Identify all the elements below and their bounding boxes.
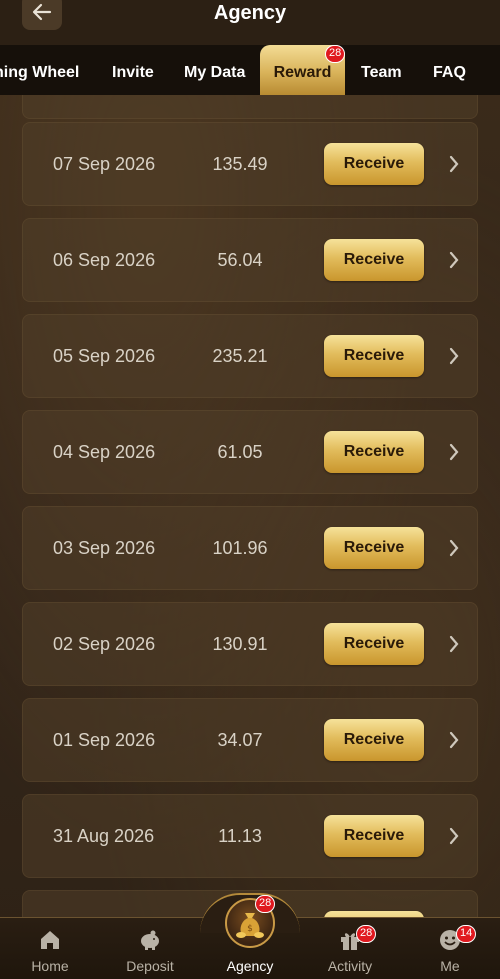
nav-activity[interactable]: Activity: [300, 918, 400, 979]
reward-date: 31 Aug 2026: [53, 826, 155, 846]
chevron-right-icon[interactable]: [447, 730, 461, 750]
list-item[interactable]: 02 Sep 2026 130.91 Receive: [22, 602, 478, 686]
me-badge: 14: [456, 925, 477, 943]
reward-date: 07 Sep 2026: [53, 154, 156, 174]
chevron-right-icon[interactable]: [447, 250, 461, 270]
reward-amount: 135.49: [212, 154, 268, 174]
tab-spinning-wheel[interactable]: ning Wheel: [0, 45, 79, 95]
receive-button[interactable]: Receive: [324, 623, 424, 665]
chevron-right-icon[interactable]: [447, 154, 461, 174]
chevron-right-icon[interactable]: [447, 826, 461, 846]
reward-date: 05 Sep 2026: [53, 346, 156, 366]
tab-bar: ning Wheel Invite My Data Reward Team FA…: [0, 45, 500, 95]
receive-button[interactable]: Receive: [324, 815, 424, 857]
list-item[interactable]: 03 Sep 2026 101.96 Receive: [22, 506, 478, 590]
tab-my-data[interactable]: My Data: [184, 45, 245, 95]
list-item[interactable]: 31 Aug 2026 11.13 Receive: [22, 794, 478, 878]
tab-invite[interactable]: Invite: [112, 45, 154, 95]
receive-button[interactable]: Receive: [324, 239, 424, 281]
nav-home[interactable]: Home: [0, 918, 100, 979]
chevron-right-icon[interactable]: [447, 538, 461, 558]
reward-amount: 56.04: [217, 250, 263, 270]
reward-list: 07 Sep 2026 135.49 Receive 06 Sep 2026 5…: [0, 95, 500, 917]
reward-date: 01 Sep 2026: [53, 730, 156, 750]
nav-home-label: Home: [31, 958, 69, 974]
receive-button[interactable]: Receive: [324, 527, 424, 569]
piggy-bank-icon: [141, 930, 159, 950]
receive-button[interactable]: Receive: [324, 335, 424, 377]
reward-amount: 34.07: [217, 730, 263, 750]
page-title: Agency: [213, 2, 287, 24]
nav-agency-label: Agency: [226, 958, 274, 974]
tab-team[interactable]: Team: [361, 45, 402, 95]
chevron-right-icon[interactable]: [447, 346, 461, 366]
reward-date: 06 Sep 2026: [53, 250, 156, 270]
agency-badge: 28: [255, 895, 276, 913]
tab-reward-label: Reward: [273, 64, 332, 81]
list-item[interactable]: 05 Sep 2026 235.21 Receive: [22, 314, 478, 398]
list-item[interactable]: 06 Sep 2026 56.04 Receive: [22, 218, 478, 302]
nav-deposit-label: Deposit: [126, 958, 174, 974]
receive-button[interactable]: Receive: [324, 719, 424, 761]
list-item[interactable]: 04 Sep 2026 61.05 Receive: [22, 410, 478, 494]
reward-amount: 61.05: [217, 442, 263, 462]
receive-button[interactable]: Receive: [324, 431, 424, 473]
app-header: Agency: [0, 0, 500, 45]
reward-amount: 101.96: [212, 538, 268, 558]
tab-faq[interactable]: FAQ: [433, 45, 466, 95]
nav-activity-label: Activity: [327, 958, 373, 974]
svg-text:$: $: [247, 924, 253, 934]
reward-date: 04 Sep 2026: [53, 442, 156, 462]
nav-deposit[interactable]: Deposit: [100, 918, 200, 979]
reward-amount: 235.21: [212, 346, 268, 366]
reward-amount: 130.91: [212, 634, 268, 654]
receive-button[interactable]: Receive: [324, 143, 424, 185]
reward-amount: 11.13: [218, 826, 262, 846]
reward-tab-badge: 28: [325, 45, 346, 63]
reward-date: 02 Sep 2026: [53, 634, 156, 654]
list-item[interactable]: 07 Sep 2026 135.49 Receive: [22, 122, 478, 206]
nav-me[interactable]: Me: [400, 918, 500, 979]
chevron-right-icon[interactable]: [447, 442, 461, 462]
home-icon: [41, 931, 59, 949]
list-item[interactable]: 01 Sep 2026 34.07 Receive: [22, 698, 478, 782]
activity-badge: 28: [356, 925, 377, 943]
chevron-right-icon[interactable]: [447, 634, 461, 654]
list-item-partial: [22, 95, 478, 119]
reward-date: 03 Sep 2026: [53, 538, 156, 558]
nav-me-label: Me: [440, 958, 460, 974]
